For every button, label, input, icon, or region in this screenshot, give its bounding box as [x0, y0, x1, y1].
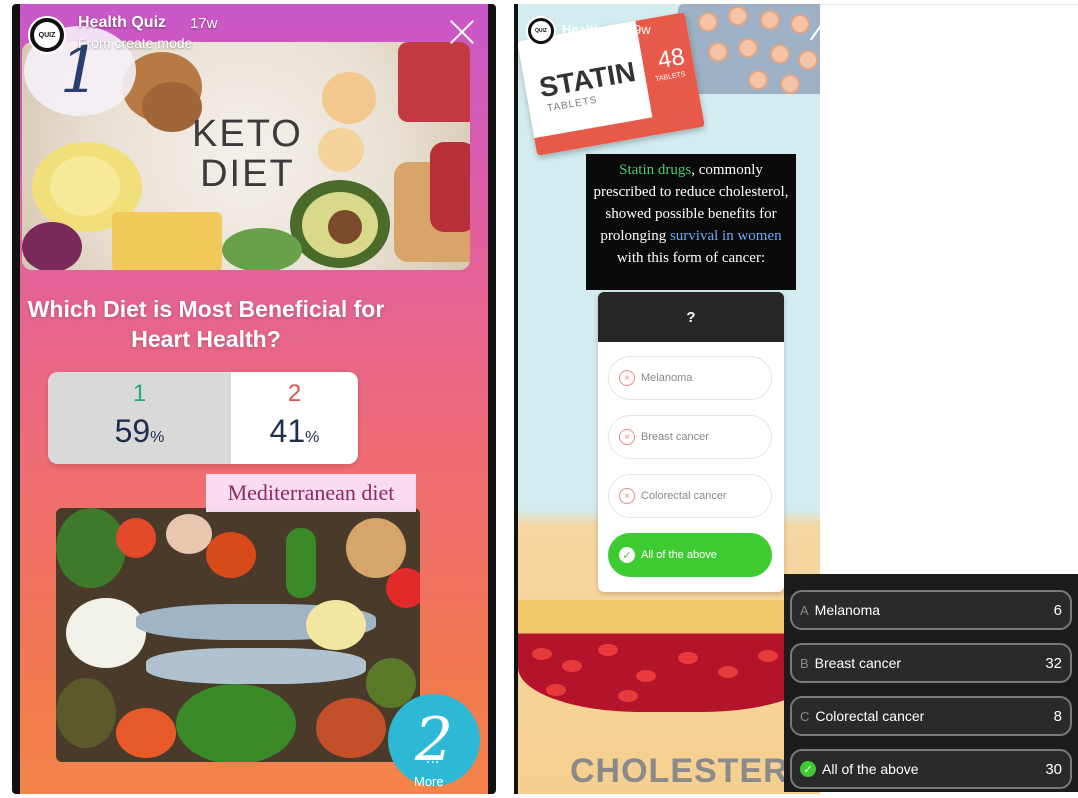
poll-option-2-value: 41	[269, 412, 306, 449]
poll-widget: 1 59% 2 41%	[48, 372, 358, 464]
quiz-option-colorectal-cancer[interactable]: × Colorectal cancer	[608, 474, 772, 518]
post-time-right: 9w	[634, 22, 651, 37]
result-count: 30	[1045, 760, 1062, 778]
close-icon[interactable]	[448, 18, 476, 46]
more-dots[interactable]: ...	[426, 750, 439, 768]
result-label: Breast cancer	[814, 655, 902, 671]
quiz-option-label: Melanoma	[641, 372, 693, 384]
poll-option-2-percent: 41%	[270, 412, 320, 457]
poll-question: Which Diet is Most Beneficial for Heart …	[27, 296, 385, 352]
more-button[interactable]: More	[414, 774, 444, 789]
poll-option-1-label: 1	[132, 379, 147, 407]
quiz-option-label: All of the above	[641, 549, 717, 561]
left-story-canvas: KETO DIET 1 QUIZ Health Quiz 17w From cr…	[20, 4, 488, 794]
quiz-option-label: Colorectal cancer	[641, 490, 727, 502]
result-row-all-of-the-above[interactable]: ✓ All of the above 30	[790, 749, 1072, 789]
mediterranean-diet-label: Mediterranean diet	[206, 474, 416, 512]
post-subtitle: From create mode	[78, 35, 193, 51]
result-label: Melanoma	[814, 602, 881, 618]
result-letter: B	[800, 655, 809, 671]
result-label: All of the above	[822, 761, 919, 777]
result-count: 32	[1045, 654, 1062, 672]
poll-option-1[interactable]: 1 59%	[48, 372, 231, 464]
poll-option-1-percent: 59%	[115, 412, 165, 457]
check-icon: ✓	[800, 761, 816, 777]
quiz-option-melanoma[interactable]: × Melanoma	[608, 356, 772, 400]
quiz-avatar-icon-right[interactable]: QUIZ	[526, 16, 556, 46]
keto-diet-text: KETO DIET	[192, 113, 303, 195]
question-highlight-1: Statin drugs	[619, 162, 692, 178]
poll-option-2-sign: %	[305, 428, 320, 446]
quiz-question: Statin drugs, commonly prescribed to red…	[586, 154, 796, 290]
quiz-option-label: Breast cancer	[641, 431, 709, 443]
x-circle-icon: ×	[619, 370, 635, 386]
result-letter: A	[800, 602, 809, 618]
option-2-badge: 2	[388, 694, 480, 786]
left-story-header: QUIZ Health Quiz 17w From create mode	[20, 4, 488, 64]
result-row-breast-cancer[interactable]: B Breast cancer 32	[790, 643, 1072, 683]
avatar-label-right: QUIZ	[531, 21, 551, 41]
check-icon: ✓	[619, 547, 635, 563]
result-row-colorectal-cancer[interactable]: C Colorectal cancer 8	[790, 696, 1072, 736]
result-label: Colorectal cancer	[815, 708, 925, 724]
quiz-avatar-icon[interactable]: QUIZ	[28, 16, 66, 54]
poll-option-2-label: 2	[287, 379, 302, 407]
result-row-melanoma[interactable]: A Melanoma 6	[790, 590, 1072, 630]
result-count: 8	[1053, 707, 1062, 725]
question-highlight-2: survival in women	[669, 228, 782, 244]
poll-option-1-value: 59	[114, 412, 151, 449]
right-story-panel: STATIN TABLETS 48 TABLETS QUIZ Health Qu…	[514, 4, 820, 794]
x-circle-icon: ×	[619, 488, 635, 504]
quiz-header: ?	[598, 292, 784, 342]
avatar-label: QUIZ	[34, 22, 60, 48]
left-story-panel: KETO DIET 1 QUIZ Health Quiz 17w From cr…	[12, 4, 496, 794]
quiz-option-breast-cancer[interactable]: × Breast cancer	[608, 415, 772, 459]
cholesterol-title: CHOLESTEROL	[570, 752, 820, 790]
poll-option-2[interactable]: 2 41%	[231, 372, 358, 464]
mediterranean-diet-image	[56, 508, 420, 762]
account-name-right[interactable]: Health Quiz	[562, 22, 634, 37]
quiz-option-all-of-the-above[interactable]: ✓ All of the above	[608, 533, 772, 577]
quiz-results-panel: A Melanoma 6 B Breast cancer 32 C Colore…	[784, 574, 1078, 792]
divider	[820, 4, 1078, 5]
post-time: 17w	[190, 15, 218, 32]
poll-option-1-sign: %	[150, 428, 165, 446]
artery-illustration	[518, 600, 820, 712]
result-letter: C	[800, 708, 810, 724]
account-name[interactable]: Health Quiz	[78, 14, 166, 32]
close-icon-right[interactable]	[810, 20, 820, 42]
result-count: 6	[1053, 601, 1062, 619]
question-text-2: with this form of cancer:	[616, 250, 766, 266]
pill-pack-illustration	[678, 4, 820, 94]
quiz-sticker: ? × Melanoma × Breast cancer × Colorecta…	[598, 292, 784, 592]
x-circle-icon: ×	[619, 429, 635, 445]
